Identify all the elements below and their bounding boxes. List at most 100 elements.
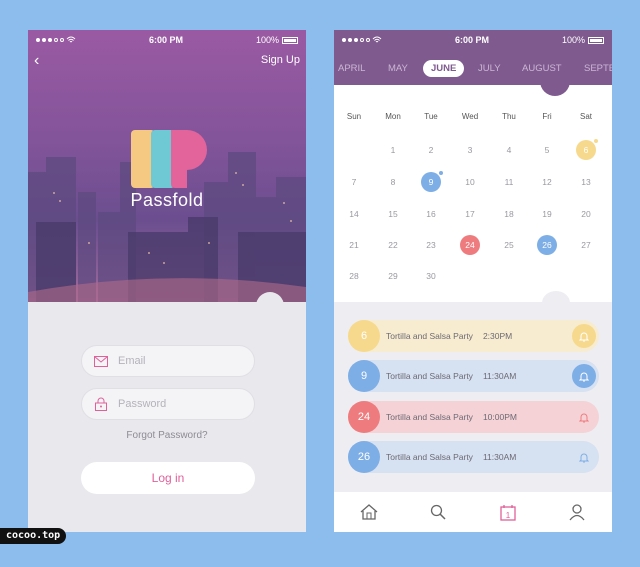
lock-icon — [94, 397, 108, 411]
events-notch — [542, 291, 570, 315]
status-bar: 6:00 PM 100% — [28, 30, 306, 50]
calendar-day[interactable]: 2 — [421, 140, 441, 160]
bell-icon[interactable] — [572, 445, 596, 469]
weekday-label: Thu — [502, 112, 516, 121]
calendar-day[interactable]: 24 — [460, 235, 480, 255]
calendar-day[interactable]: 6 — [576, 140, 596, 160]
status-time: 6:00 PM — [148, 35, 183, 45]
month-april[interactable]: APRIL — [338, 63, 365, 74]
calendar-day[interactable]: 5 — [537, 140, 557, 160]
weekday-label: Sat — [579, 112, 592, 121]
login-screen: 6:00 PM 100% ‹ Sign Up Passfold Email Pa… — [28, 30, 306, 532]
month-may[interactable]: MAY — [388, 63, 408, 74]
calendar-day[interactable]: 25 — [499, 235, 519, 255]
weekday-label: Mon — [385, 112, 401, 121]
event-day-badge: 6 — [348, 320, 380, 352]
month-june[interactable]: JUNE — [423, 59, 465, 77]
month-selector: APRIL MAY JUNE JULY AUGUST SEPTE — [334, 58, 612, 78]
calendar-day[interactable]: 15 — [383, 204, 403, 224]
weekday-label: Fri — [542, 112, 552, 121]
battery-level: 100% — [255, 35, 279, 45]
status-time: 6:00 PM — [454, 35, 489, 45]
calendar-day[interactable]: 26 — [537, 235, 557, 255]
event-time: 2:30PM — [482, 331, 513, 341]
bell-icon[interactable] — [572, 324, 596, 348]
home-icon[interactable] — [359, 502, 379, 522]
event-item[interactable]: 6 Tortilla and Salsa Party 2:30PM — [348, 320, 599, 352]
calendar-day[interactable]: 23 — [421, 235, 441, 255]
calendar-day[interactable]: 4 — [499, 140, 519, 160]
calendar-day[interactable]: 14 — [344, 204, 364, 224]
calendar-day[interactable]: 3 — [460, 140, 480, 160]
event-day-badge: 24 — [348, 401, 380, 433]
weekday-label: Sun — [346, 112, 362, 121]
battery-level: 100% — [561, 35, 585, 45]
weekday-row: Sun Mon Tue Wed Thu Fri Sat — [334, 112, 612, 124]
event-time: 11:30AM — [482, 371, 517, 381]
event-title: Tortilla and Salsa Party — [386, 412, 473, 422]
header-notch — [540, 74, 570, 96]
calendar-tab-day: 1 — [506, 511, 511, 520]
calendar-day[interactable]: 8 — [383, 172, 403, 192]
event-indicator-dot — [594, 139, 598, 143]
calendar-day[interactable]: 19 — [537, 204, 557, 224]
calendar-day[interactable]: 7 — [344, 172, 364, 192]
password-placeholder: Password — [118, 398, 167, 410]
watermark: cocoo.top — [0, 528, 67, 544]
email-field[interactable]: Email — [81, 345, 255, 377]
calendar-day[interactable]: 18 — [499, 204, 519, 224]
signal-icon — [36, 36, 76, 44]
calendar-day[interactable]: 30 — [421, 266, 441, 286]
calendar-day[interactable]: 29 — [383, 266, 403, 286]
calendar-day[interactable]: 22 — [383, 235, 403, 255]
calendar-day[interactable]: 27 — [576, 235, 596, 255]
event-day-badge: 26 — [348, 441, 380, 473]
sign-up-link[interactable]: Sign Up — [261, 54, 300, 66]
weekday-label: Wed — [461, 112, 479, 121]
status-bar: 6:00 PM 100% — [334, 30, 612, 50]
forgot-password-link[interactable]: Forgot Password? — [28, 430, 306, 441]
bell-icon[interactable] — [572, 364, 596, 388]
calendar-day[interactable]: 10 — [460, 172, 480, 192]
calendar-day[interactable]: 20 — [576, 204, 596, 224]
event-time: 11:30AM — [482, 452, 517, 462]
event-item[interactable]: 26 Tortilla and Salsa Party 11:30AM — [348, 441, 599, 473]
month-september[interactable]: SEPTE — [584, 63, 612, 74]
calendar-day[interactable]: 16 — [421, 204, 441, 224]
tab-bar: 1 — [334, 492, 612, 532]
event-title: Tortilla and Salsa Party — [386, 371, 473, 381]
calendar-icon[interactable]: 1 — [498, 502, 518, 522]
event-indicator-dot — [439, 171, 443, 175]
month-august[interactable]: AUGUST — [522, 63, 562, 74]
event-title: Tortilla and Salsa Party — [386, 452, 473, 462]
brand-name: Passfold — [130, 190, 204, 210]
calendar-day[interactable]: 9 — [421, 172, 441, 192]
calendar-screen: 6:00 PM 100% APRIL MAY JUNE JULY AUGUST … — [334, 30, 612, 532]
bell-icon[interactable] — [572, 405, 596, 429]
weekday-label: Tue — [424, 112, 438, 121]
search-icon[interactable] — [428, 502, 448, 522]
event-item[interactable]: 9 Tortilla and Salsa Party 11:30AM — [348, 360, 599, 392]
envelope-icon — [94, 354, 108, 368]
calendar-day[interactable]: 28 — [344, 266, 364, 286]
calendar-header: 6:00 PM 100% APRIL MAY JUNE JULY AUGUST … — [334, 30, 612, 85]
event-title: Tortilla and Salsa Party — [386, 331, 473, 341]
calendar-day[interactable]: 17 — [460, 204, 480, 224]
profile-icon[interactable] — [567, 502, 587, 522]
back-icon[interactable]: ‹ — [34, 52, 39, 70]
signal-icon — [342, 36, 382, 44]
passfold-logo — [131, 130, 207, 188]
calendar-day[interactable]: 1 — [383, 140, 403, 160]
password-field[interactable]: Password — [81, 388, 255, 420]
event-time: 10:00PM — [482, 412, 517, 422]
event-item[interactable]: 24 Tortilla and Salsa Party 10:00PM — [348, 401, 599, 433]
event-day-badge: 9 — [348, 360, 380, 392]
month-july[interactable]: JULY — [478, 63, 501, 74]
calendar-day[interactable]: 13 — [576, 172, 596, 192]
calendar-day[interactable]: 12 — [537, 172, 557, 192]
calendar-day[interactable]: 11 — [499, 172, 519, 192]
log-in-button[interactable]: Log in — [81, 462, 255, 494]
battery-icon — [587, 36, 604, 44]
email-placeholder: Email — [118, 355, 146, 367]
calendar-day[interactable]: 21 — [344, 235, 364, 255]
